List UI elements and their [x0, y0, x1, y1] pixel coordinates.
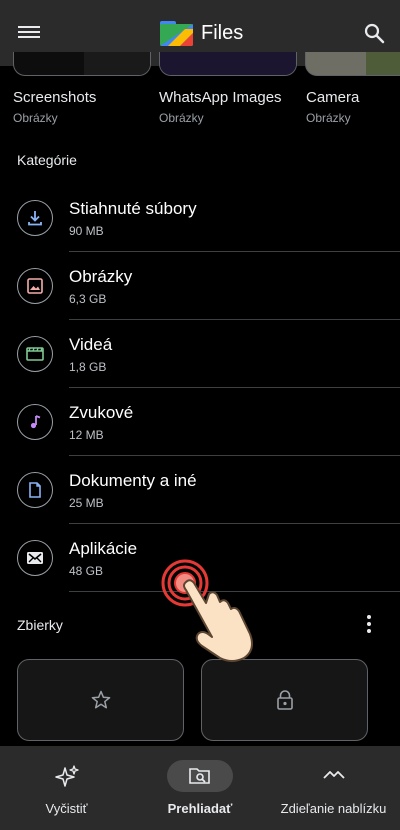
folder-strip: Screenshots Obrázky WhatsApp Images Obrá…: [0, 52, 400, 126]
download-icon: [17, 200, 53, 236]
divider: [69, 591, 400, 592]
folder-name[interactable]: WhatsApp Images: [159, 89, 282, 106]
collection-safe-folder[interactable]: [201, 659, 368, 741]
category-size: 12 MB: [69, 428, 104, 442]
nav-label: Vyčistiť: [45, 801, 88, 816]
folder-thumbnail[interactable]: [159, 52, 297, 76]
folder-name[interactable]: Screenshots: [13, 89, 96, 106]
music-note-icon: [17, 404, 53, 440]
menu-icon[interactable]: [17, 23, 41, 43]
nav-label: Zdieľanie nablízku: [280, 801, 387, 816]
category-row-downloads[interactable]: Stiahnuté súbory 90 MB: [0, 184, 400, 252]
app-title: Files: [201, 22, 244, 44]
folder-thumbnail[interactable]: [13, 52, 151, 76]
lock-icon: [276, 690, 293, 710]
category-name: Dokumenty a iné: [69, 471, 197, 490]
folder-subtitle: Obrázky: [306, 111, 351, 125]
category-row-images[interactable]: Obrázky 6,3 GB: [0, 252, 400, 320]
category-size: 25 MB: [69, 496, 104, 510]
star-icon: [91, 690, 110, 709]
nav-item-browse[interactable]: Prehliadať: [133, 746, 267, 830]
category-name: Zvukové: [69, 403, 134, 422]
category-row-audio[interactable]: Zvukové 12 MB: [0, 388, 400, 456]
category-size: 90 MB: [69, 224, 104, 238]
category-size: 1,8 GB: [69, 360, 107, 374]
nav-label: Prehliadať: [167, 801, 233, 816]
category-name: Videá: [69, 335, 113, 354]
categories-heading: Kategórie: [17, 152, 77, 168]
image-icon: [17, 268, 53, 304]
document-icon: [17, 472, 53, 508]
video-icon: [17, 336, 53, 372]
category-name: Obrázky: [69, 267, 133, 286]
category-row-videos[interactable]: Videá 1,8 GB: [0, 320, 400, 388]
nav-item-nearby-share[interactable]: Zdieľanie nablízku: [267, 746, 400, 830]
folder-thumbnail[interactable]: [305, 52, 400, 76]
browse-icon: [167, 760, 233, 792]
category-size: 48 GB: [69, 564, 104, 578]
category-name: Stiahnuté súbory: [69, 199, 197, 218]
folder-subtitle: Obrázky: [159, 111, 204, 125]
category-name: Aplikácie: [69, 539, 138, 558]
more-options-icon[interactable]: [367, 615, 373, 635]
search-icon[interactable]: [362, 21, 386, 45]
files-logo-icon: [160, 21, 193, 46]
collection-starred[interactable]: [17, 659, 184, 741]
bottom-navigation: Vyčistiť Prehliadať Zdieľanie nablízku: [0, 746, 400, 830]
category-size: 6,3 GB: [69, 292, 107, 306]
android-icon: [17, 540, 53, 576]
folder-subtitle: Obrázky: [13, 111, 58, 125]
sparkle-icon: [34, 760, 100, 792]
collections-heading: Zbierky: [17, 617, 63, 633]
category-row-documents[interactable]: Dokumenty a iné 25 MB: [0, 456, 400, 524]
nav-item-clean[interactable]: Vyčistiť: [0, 746, 133, 830]
folder-name[interactable]: Camera: [306, 89, 359, 106]
nearby-share-icon: [301, 760, 367, 792]
category-row-apps[interactable]: Aplikácie 48 GB: [0, 524, 400, 592]
